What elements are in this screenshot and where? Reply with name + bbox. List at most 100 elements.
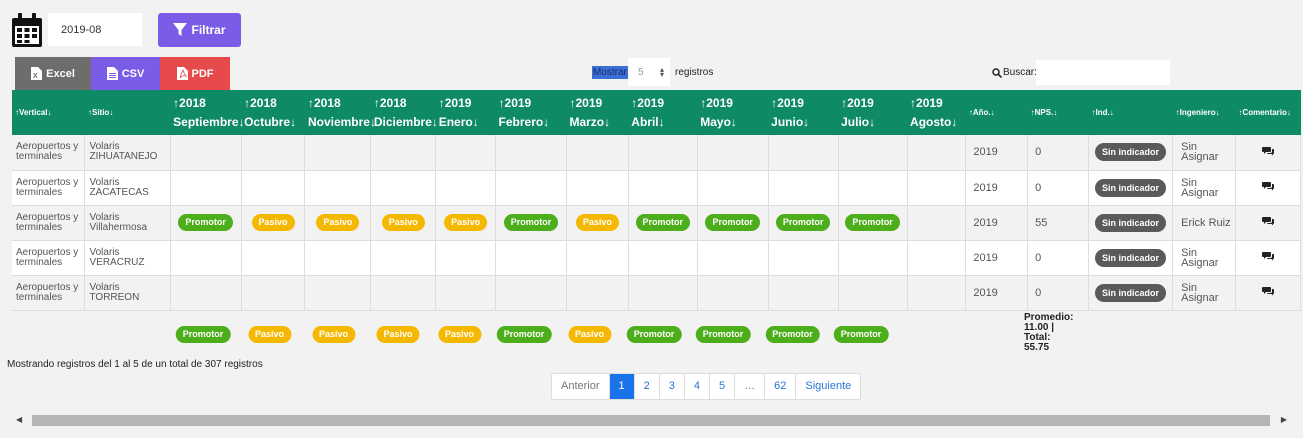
header-month[interactable]: ↑2019 Marzo↓ [566, 90, 629, 135]
table-header-row: ↑Vertical↓ ↑Sitio↓ ↑2018 Septiembre↓ ↑2018 Oc… [12, 90, 1301, 135]
cell-nps: 0 [1027, 275, 1089, 311]
cell-month: Promotor [495, 205, 567, 241]
header-month[interactable]: ↑2019 Febrero↓ [495, 90, 567, 135]
cell-month [304, 240, 372, 276]
header-month[interactable]: ↑2019 Enero↓ [435, 90, 496, 135]
search-icon [992, 67, 1002, 78]
cell-ingeniero: Sin Asignar [1172, 275, 1236, 311]
cell-anio: 2019 [965, 205, 1029, 241]
cell-month [435, 135, 497, 171]
status-badge: Pasivo [381, 214, 425, 231]
status-badge: Pasivo [316, 214, 360, 231]
summary-status-badge: Promotor [496, 326, 552, 343]
cell-sitio: Volaris VERACRUZ [84, 240, 171, 276]
pagination-page[interactable]: 5 [710, 374, 736, 399]
header-month[interactable]: ↑2019 Agosto↓ [907, 90, 966, 135]
horizontal-scrollbar[interactable]: ◀ ▶ [12, 412, 1291, 428]
header-month[interactable]: ↑2018 Octubre↓ [241, 90, 305, 135]
pagination-page[interactable]: 3 [660, 374, 685, 399]
header-month[interactable]: ↑2019 Julio↓ [838, 90, 908, 135]
cell-month [628, 275, 698, 311]
filter-button[interactable]: Filtrar [158, 13, 241, 47]
header-vertical[interactable]: ↑Vertical↓ [12, 90, 85, 135]
cell-month [566, 135, 629, 171]
cell-month [495, 135, 567, 171]
cell-month [370, 275, 437, 311]
status-badge: Pasivo [251, 214, 295, 231]
cell-ind: Sin indicador [1088, 135, 1174, 171]
table-row: Aeropuertos y terminales Volaris TORREON 2… [12, 275, 1302, 311]
cell-month [370, 135, 437, 171]
pagination-page[interactable]: 4 [685, 374, 711, 399]
status-badge: Promotor [178, 214, 233, 231]
cell-month [907, 135, 967, 171]
scroll-right-icon[interactable]: ▶ [1281, 415, 1287, 424]
pagination-page[interactable]: 1 [609, 374, 635, 399]
cell-vertical: Aeropuertos y terminales [12, 205, 86, 241]
cell-vertical: Aeropuertos y terminales [12, 275, 86, 311]
search-input[interactable] [1036, 60, 1170, 85]
select-arrows-icon: ▴ ▾ [659, 65, 664, 79]
comments-icon[interactable] [1261, 216, 1274, 226]
date-input[interactable] [48, 13, 142, 46]
export-pdf-button[interactable]: PDF [160, 57, 230, 90]
header-month[interactable]: ↑2019 Junio↓ [768, 90, 839, 135]
cell-month [170, 170, 242, 206]
length-select[interactable]: 5 ▴ ▾ [628, 58, 670, 86]
header-comentario[interactable]: ↑Comentario↓ [1235, 90, 1301, 135]
cell-month [435, 170, 497, 206]
cell-month [241, 135, 306, 171]
cell-comentario [1235, 240, 1302, 276]
cell-anio: 2019 [965, 275, 1029, 311]
pagination-prev[interactable]: Anterior [552, 374, 610, 399]
cell-month [768, 170, 839, 206]
calendar-icon[interactable] [11, 12, 43, 48]
status-badge: Promotor [635, 214, 690, 231]
header-sitio[interactable]: ↑Sitio↓ [84, 90, 171, 135]
status-badge: Promotor [845, 214, 900, 231]
header-month[interactable]: ↑2019 Mayo↓ [697, 90, 769, 135]
cell-sitio: Volaris ZIHUATANEJO [84, 135, 171, 171]
cell-month [170, 275, 242, 311]
cell-nps: 0 [1027, 240, 1089, 276]
header-month[interactable]: ↑2019 Abril↓ [628, 90, 698, 135]
header-anio[interactable]: ↑Año.↓ [965, 90, 1028, 135]
cell-month [495, 170, 567, 206]
comments-icon[interactable] [1261, 181, 1274, 191]
cell-month [170, 135, 242, 171]
export-excel-button[interactable]: X Excel [15, 57, 91, 90]
filter-button-label: Filtrar [191, 23, 226, 37]
cell-ind: Sin indicador [1088, 275, 1174, 311]
cell-month [241, 240, 306, 276]
header-nps[interactable]: ↑NPS.↓ [1027, 90, 1089, 135]
header-ind[interactable]: ↑Ind.↓ [1088, 90, 1173, 135]
pagination-next[interactable]: Siguiente [796, 374, 860, 399]
comments-icon[interactable] [1261, 286, 1274, 296]
scroll-left-icon[interactable]: ◀ [16, 415, 22, 424]
cell-month [628, 170, 698, 206]
comments-icon[interactable] [1261, 251, 1274, 261]
cell-month [566, 275, 629, 311]
export-pdf-label: PDF [191, 67, 214, 80]
cell-month: Promotor [628, 205, 698, 241]
header-month[interactable]: ↑2018 Diciembre↓ [370, 90, 438, 135]
cell-ind: Sin indicador [1088, 170, 1174, 206]
export-csv-label: CSV [121, 67, 145, 80]
table-body: Aeropuertos y terminales Volaris ZIHUATAN… [12, 135, 1302, 311]
summary-block: Promedio: 11.00 | Total: 55.75 [1024, 313, 1073, 353]
cell-month [170, 240, 242, 276]
pagination-page[interactable]: 62 [765, 374, 797, 399]
header-ingeniero[interactable]: ↑Ingeniero↓ [1172, 90, 1236, 135]
header-month[interactable]: ↑2018 Noviembre↓ [304, 90, 376, 135]
table-row: Aeropuertos y terminales Volaris VERACRUZ… [12, 240, 1302, 276]
pagination-page[interactable]: … [735, 374, 766, 399]
header-month[interactable]: ↑2018 Septiembre↓ [170, 90, 245, 135]
comments-icon[interactable] [1261, 146, 1274, 156]
pagination-page[interactable]: 2 [635, 374, 660, 399]
table-row: Aeropuertos y terminales Volaris ZIHUATAN… [12, 135, 1302, 171]
cell-vertical: Aeropuertos y terminales [12, 240, 86, 276]
cell-ind: Sin indicador [1088, 240, 1174, 276]
cell-month [907, 205, 967, 241]
export-csv-button[interactable]: CSV [91, 57, 160, 90]
scrollbar-thumb[interactable] [32, 415, 1270, 426]
